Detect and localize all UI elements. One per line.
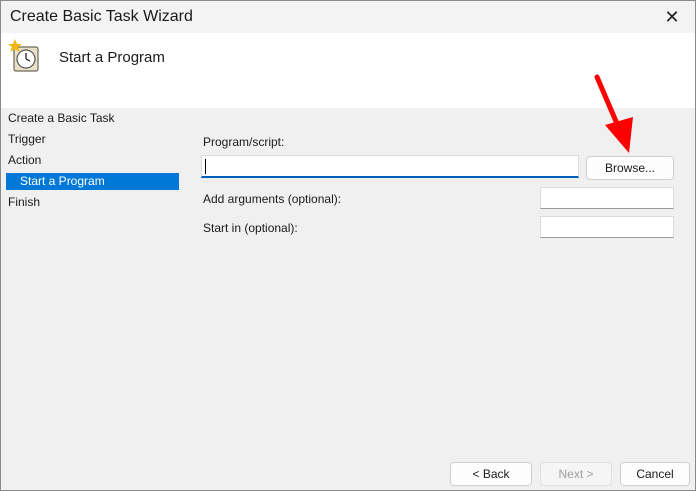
back-button[interactable]: < Back (450, 462, 532, 486)
program-script-label: Program/script: (203, 135, 285, 149)
close-button[interactable]: ✕ (649, 1, 695, 33)
start-in-input[interactable] (540, 216, 674, 238)
task-scheduler-clock-icon (8, 39, 39, 72)
add-arguments-label: Add arguments (optional): (203, 192, 342, 206)
nav-step-create-basic-task[interactable]: Create a Basic Task (8, 110, 115, 127)
red-annotation-arrow (594, 74, 633, 153)
wizard-steps-nav: Create a Basic Task Trigger Action Start… (1, 108, 181, 228)
program-script-input[interactable] (201, 155, 579, 178)
title-bar: Create Basic Task Wizard ✕ (1, 1, 695, 33)
nav-step-trigger[interactable]: Trigger (8, 131, 46, 148)
wizard-window: Create Basic Task Wizard ✕ Start a Progr… (0, 0, 696, 491)
close-icon: ✕ (664, 6, 680, 27)
browse-button[interactable]: Browse... (586, 156, 674, 180)
window-title: Create Basic Task Wizard (10, 8, 193, 25)
next-button[interactable]: Next > (540, 462, 612, 486)
page-title: Start a Program (59, 49, 165, 66)
nav-step-start-a-program[interactable]: Start a Program (6, 173, 179, 190)
nav-step-action[interactable]: Action (8, 152, 41, 169)
start-in-label: Start in (optional): (203, 221, 298, 235)
add-arguments-input[interactable] (540, 187, 674, 209)
nav-step-finish[interactable]: Finish (8, 194, 40, 211)
text-caret (205, 159, 206, 174)
cancel-button[interactable]: Cancel (620, 462, 690, 486)
